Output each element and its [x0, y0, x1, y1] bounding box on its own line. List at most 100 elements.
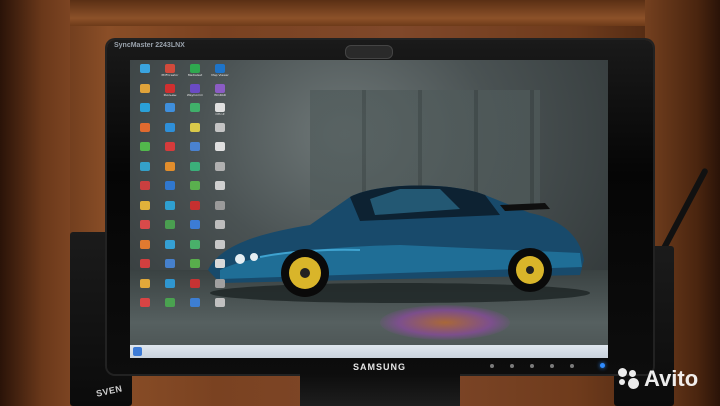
desktop-icon[interactable]: [158, 239, 182, 260]
desktop-icon[interactable]: [183, 278, 207, 299]
monitor-button[interactable]: [530, 364, 534, 368]
application-icon: [190, 259, 200, 268]
desktop-icon[interactable]: [158, 103, 182, 123]
application-icon: [190, 181, 200, 190]
desktop-icon[interactable]: MediaGet: [183, 64, 207, 84]
desktop-icon[interactable]: [208, 298, 232, 318]
desktop-icon[interactable]: [208, 259, 232, 279]
application-icon: [215, 181, 225, 190]
monitor-button[interactable]: [550, 364, 554, 368]
avito-watermark-text: Avito: [644, 366, 699, 391]
desktop-icon[interactable]: [208, 122, 232, 143]
desktop-icon[interactable]: [183, 220, 207, 240]
application-icon: [165, 64, 175, 73]
application-icon: [140, 122, 150, 132]
desktop-icon[interactable]: [183, 200, 207, 221]
application-icon: [165, 239, 175, 249]
desktop-icon[interactable]: [133, 200, 157, 221]
application-icon: [165, 103, 175, 112]
desktop-icon[interactable]: [133, 220, 157, 240]
application-icon: [215, 161, 225, 171]
desktop-icon[interactable]: Фильмы: [158, 83, 182, 104]
application-icon: [165, 181, 175, 190]
application-icon: [215, 103, 225, 112]
monitor-screen: PDFCreator MediaGet Map Viewer Фильмы WayCom…: [130, 60, 608, 358]
desktop-icon-label: Фильмы: [163, 92, 177, 97]
desktop-icon[interactable]: [208, 161, 232, 182]
desktop-icon[interactable]: [158, 161, 182, 182]
application-icon: [215, 298, 225, 307]
application-icon: [215, 220, 225, 229]
desktop-icon[interactable]: [208, 278, 232, 299]
desktop-icon[interactable]: [133, 122, 157, 143]
desktop-icon[interactable]: WayComm: [183, 83, 207, 104]
application-icon: [140, 64, 150, 73]
desktop-icon[interactable]: [183, 259, 207, 279]
application-icon: [165, 259, 175, 268]
desktop-icon[interactable]: [183, 122, 207, 143]
desktop-icon[interactable]: [183, 239, 207, 260]
application-icon: [190, 161, 200, 171]
start-button[interactable]: [133, 347, 142, 356]
cabinet-left-side: [0, 0, 70, 406]
application-icon: [140, 142, 150, 151]
desktop-icon[interactable]: [133, 298, 157, 318]
monitor-button[interactable]: [570, 364, 574, 368]
desktop-icon[interactable]: [158, 122, 182, 143]
desktop-icon[interactable]: [183, 181, 207, 201]
desktop-icon-grid: PDFCreator MediaGet Map Viewer Фильмы WayCom…: [133, 64, 233, 326]
application-icon: [140, 239, 150, 249]
desktop-icon[interactable]: [133, 83, 157, 104]
application-icon: [140, 220, 150, 229]
monitor-stand: [300, 374, 460, 406]
desktop-icon[interactable]: [133, 181, 157, 201]
desktop-icon[interactable]: [158, 259, 182, 279]
application-icon: [215, 64, 225, 73]
monitor-button[interactable]: [490, 364, 494, 368]
desktop-icon[interactable]: [183, 103, 207, 123]
monitor-button[interactable]: [510, 364, 514, 368]
desktop-icon[interactable]: [208, 142, 232, 162]
application-icon: [215, 239, 225, 249]
application-icon: [215, 122, 225, 132]
desktop-icon-label: CPU-Z: [215, 112, 225, 116]
application-icon: [190, 298, 200, 307]
monitor-buttons: [490, 364, 600, 370]
desktop-icon-label: Map Viewer: [211, 73, 229, 77]
desktop-icon[interactable]: Map Viewer: [208, 64, 232, 84]
application-icon: [165, 220, 175, 229]
desktop-icon[interactable]: [183, 161, 207, 182]
application-icon: [190, 142, 200, 151]
desktop-icon[interactable]: WinRAR: [208, 83, 232, 104]
desktop-icon[interactable]: [183, 298, 207, 318]
desktop-icon[interactable]: [158, 200, 182, 221]
application-icon: [140, 259, 150, 268]
desktop-icon[interactable]: [158, 298, 182, 318]
desktop-icon[interactable]: [133, 239, 157, 260]
desktop-icon[interactable]: [133, 161, 157, 182]
desktop-icon[interactable]: [158, 278, 182, 299]
desktop-icon[interactable]: [133, 103, 157, 123]
desktop-icon[interactable]: [158, 142, 182, 162]
desktop-icon[interactable]: [208, 200, 232, 221]
avito-watermark: Avito: [618, 366, 698, 392]
wallpaper-sports-car: [208, 185, 590, 303]
desktop-icon-label: MediaGet: [187, 73, 203, 77]
desktop-icon[interactable]: [183, 142, 207, 162]
application-icon: [140, 103, 150, 112]
desktop-icon[interactable]: [133, 64, 157, 84]
application-icon: [215, 83, 225, 93]
desktop-icon[interactable]: [133, 142, 157, 162]
desktop-icon[interactable]: [158, 181, 182, 201]
desktop-icon[interactable]: [208, 181, 232, 201]
desktop-icon[interactable]: [133, 259, 157, 279]
desktop-icon[interactable]: [133, 278, 157, 299]
desktop-icon[interactable]: [158, 220, 182, 240]
desktop-icon[interactable]: CPU-Z: [208, 103, 232, 123]
application-icon: [190, 239, 200, 249]
desktop-icon[interactable]: [208, 220, 232, 240]
application-icon: [190, 122, 200, 132]
application-icon: [190, 64, 200, 73]
desktop-icon[interactable]: PDFCreator: [158, 64, 182, 84]
desktop-icon[interactable]: [208, 239, 232, 260]
